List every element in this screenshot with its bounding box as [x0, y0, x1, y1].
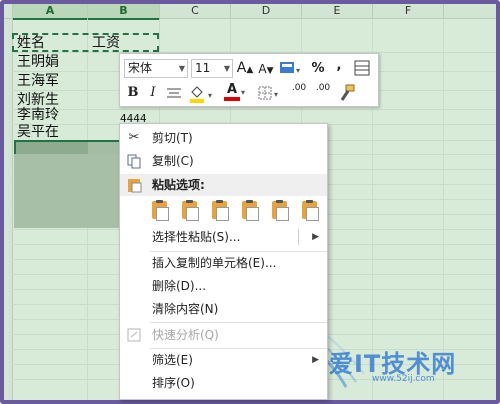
context-menu: ✂ 剪切(T) 复制(C) 粘贴选项: 选择性粘贴(S)... ▶ 插入复制的单…: [119, 123, 328, 400]
menu-item-clear-contents[interactable]: 清除内容(N): [120, 298, 327, 320]
decrease-decimal-button[interactable]: .00: [312, 84, 334, 93]
increase-decimal-button[interactable]: .00: [288, 84, 310, 93]
fill-color-icon[interactable]: ▾: [188, 84, 216, 104]
italic-button[interactable]: I: [147, 84, 159, 102]
paste-formulas-button[interactable]: [210, 200, 232, 224]
borders-icon[interactable]: ▾: [258, 86, 282, 102]
paste-formatting-icon: [276, 207, 289, 221]
submenu-divider: [298, 229, 299, 245]
paste-transpose-icon: [246, 207, 259, 221]
column-header-b[interactable]: B: [88, 4, 160, 20]
shrink-font-label: A: [258, 62, 267, 76]
menu-item-label: 快速分析(Q): [152, 328, 219, 342]
column-header-e[interactable]: E: [302, 4, 373, 19]
paste-values-button[interactable]: [180, 200, 202, 224]
cell-b1[interactable]: 工资: [92, 33, 120, 53]
cell-a1[interactable]: 姓名: [17, 33, 45, 53]
paste-formatting-button[interactable]: [270, 200, 292, 224]
bold-button[interactable]: B: [126, 84, 140, 102]
selected-range-fill: [14, 154, 124, 228]
copy-icon: [127, 154, 141, 169]
chevron-down-icon[interactable]: ▼: [224, 60, 230, 77]
menu-item-copy[interactable]: 复制(C): [120, 150, 327, 172]
menu-item-label: 筛选(E): [152, 353, 193, 367]
column-header-a[interactable]: A: [13, 4, 88, 20]
grid-line: [443, 19, 444, 400]
column-header-c[interactable]: C: [160, 4, 231, 19]
chevron-right-icon: ▶: [312, 355, 319, 365]
menu-item-filter[interactable]: 筛选(E) ▶: [120, 349, 327, 371]
svg-text:▾: ▾: [296, 66, 300, 75]
grow-font-label: A: [236, 60, 247, 76]
menu-separator: [150, 322, 327, 323]
format-painter-icon[interactable]: [338, 84, 356, 102]
select-all-corner[interactable]: [4, 4, 13, 19]
svg-text:▾: ▾: [208, 91, 212, 100]
scissors-icon: ✂: [128, 130, 140, 145]
increase-decimal-label: .00: [291, 83, 307, 93]
cell-a3[interactable]: 王海军: [17, 71, 59, 91]
shrink-font-button[interactable]: A▼: [257, 60, 275, 80]
merge-cells-icon[interactable]: [354, 60, 370, 76]
watermark-url: www.52ij.com: [372, 374, 435, 384]
paste-formulas-icon: [216, 207, 229, 221]
comma-style-button[interactable]: ,: [333, 57, 345, 75]
paste-link-button[interactable]: [300, 200, 322, 224]
font-size-value: 11: [195, 61, 211, 75]
font-color-button[interactable]: A: [224, 83, 240, 101]
column-header-g[interactable]: [444, 4, 496, 19]
menu-item-sort[interactable]: 排序(O): [120, 372, 327, 394]
grow-font-button[interactable]: A▲: [236, 59, 254, 79]
paste-values-icon: [186, 207, 199, 221]
paste-link-icon: [306, 207, 319, 221]
grid-line: [12, 109, 496, 110]
menu-item-insert-copied-cells[interactable]: 插入复制的单元格(E)...: [120, 252, 327, 274]
chevron-down-icon[interactable]: ▾: [241, 84, 245, 102]
paste-button[interactable]: [150, 200, 172, 224]
chevron-down-icon[interactable]: ▼: [179, 60, 185, 77]
clipboard-icon: [128, 179, 142, 193]
cell-a6[interactable]: 吴平在: [17, 122, 59, 142]
font-name-value: 宋体: [128, 61, 153, 75]
paste-transpose-button[interactable]: [240, 200, 262, 224]
font-size-box[interactable]: 11 ▼: [191, 59, 233, 78]
menu-item-cut[interactable]: ✂ 剪切(T): [120, 127, 327, 149]
menu-item-delete[interactable]: 删除(D)...: [120, 275, 327, 297]
chevron-right-icon: ▶: [312, 232, 319, 242]
menu-item-label: 清除内容(N): [152, 302, 219, 316]
font-name-box[interactable]: 宋体 ▼: [124, 59, 188, 78]
menu-item-label: 选择性粘贴(S)...: [152, 230, 241, 244]
menu-item-paste-special[interactable]: 选择性粘贴(S)... ▶: [120, 226, 327, 248]
column-header-f[interactable]: F: [373, 4, 444, 19]
menu-item-label: 排序(O): [152, 376, 195, 390]
menu-item-label: 复制(C): [152, 154, 194, 168]
menu-item-label: 删除(D)...: [152, 279, 207, 293]
column-header-d[interactable]: D: [231, 4, 302, 19]
menu-item-label: 插入复制的单元格(E)...: [152, 256, 277, 270]
cell-style-icon[interactable]: ▾: [278, 59, 302, 77]
svg-text:▾: ▾: [274, 90, 278, 99]
row-header-strip[interactable]: [4, 19, 13, 400]
percent-style-button[interactable]: %: [310, 60, 326, 78]
mini-toolbar: 宋体 ▼ 11 ▼ A▲ A▼ ▾ % , B I ▾ A ▾ ▾ .00 .0…: [119, 53, 379, 107]
cell-a2[interactable]: 王明娟: [17, 52, 59, 72]
align-center-icon[interactable]: [166, 87, 182, 101]
menu-item-label: 剪切(T): [152, 131, 193, 145]
paste-options-header: 粘贴选项:: [120, 174, 327, 196]
paste-paper-icon: [156, 207, 169, 221]
menu-item-quick-analysis: 快速分析(Q): [120, 324, 327, 346]
quick-analysis-icon: [127, 328, 141, 342]
paste-options-label: 粘贴选项:: [152, 178, 205, 192]
decrease-decimal-label: .00: [315, 83, 331, 93]
